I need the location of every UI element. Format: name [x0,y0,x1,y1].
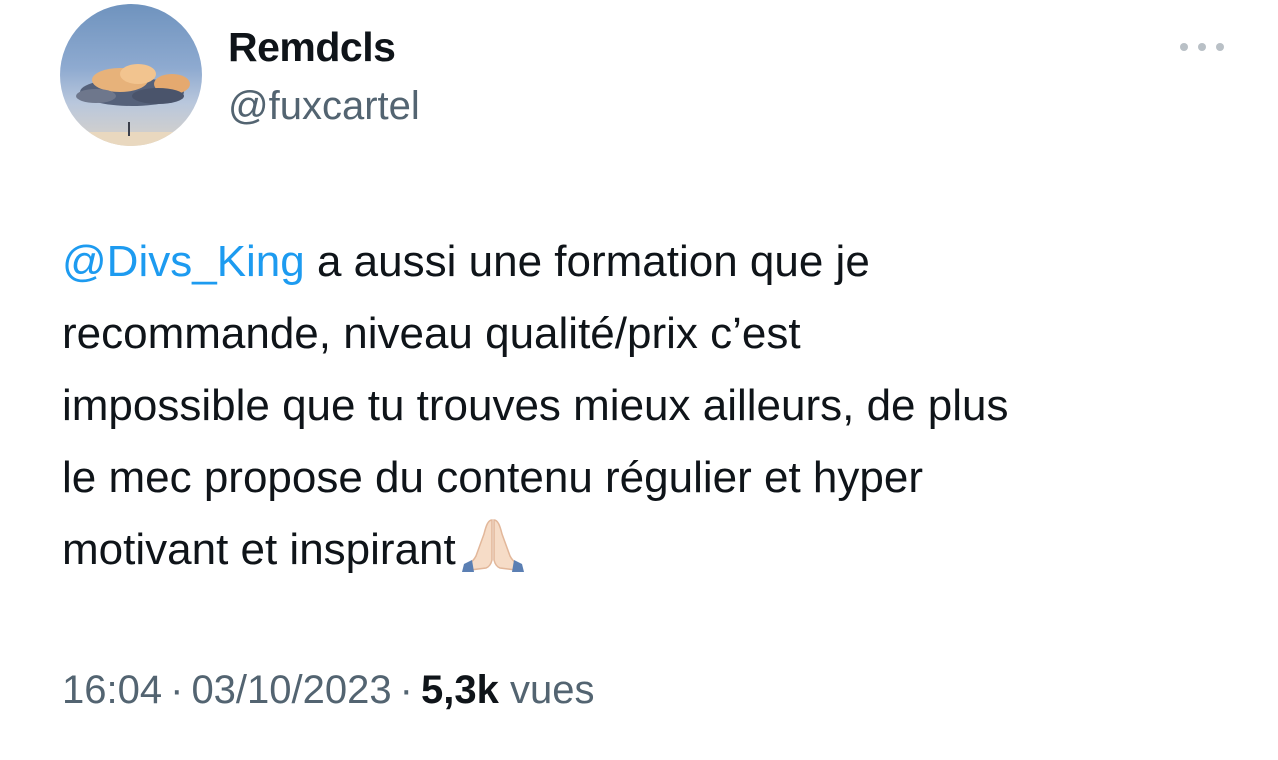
tweet-line: motivant et inspirant [62,514,1242,586]
tweet-line: recommande, niveau qualité/prix c’est [62,309,801,358]
mention-link[interactable]: @Divs_King [62,237,305,286]
avatar[interactable] [60,4,202,146]
tweet-line: le mec propose du contenu régulier et hy… [62,453,923,502]
tweet-header: Remdcls @fuxcartel [60,4,1240,148]
dot [1180,43,1188,51]
separator: · [399,668,413,712]
tweet-text: @Divs_King a aussi une formation que je … [62,226,1242,586]
tweet-line-text: a aussi une formation que je [304,237,870,286]
tweet-date[interactable]: 03/10/2023 [191,668,391,712]
tweet-line: @Divs_King a aussi une formation que je [62,226,1242,298]
views-label: vues [509,668,595,712]
tweet-line: impossible que tu trouves mieux ailleurs… [62,381,1009,430]
separator: · [170,668,184,712]
sky-clouds-avatar-icon [60,4,202,146]
tweet-time[interactable]: 16:04 [62,668,162,712]
views-count: 5,3k [420,668,499,712]
display-name[interactable]: Remdcls [228,24,396,71]
tweet-line-text: motivant et inspirant [62,525,456,574]
dot [1198,43,1206,51]
folded-hands-icon [461,516,524,572]
dot [1216,43,1224,51]
user-handle[interactable]: @fuxcartel [228,84,420,129]
more-options-icon[interactable] [1180,32,1224,62]
tweet-meta: 16:04 · 03/10/2023 · 5,3k vues [62,668,594,713]
